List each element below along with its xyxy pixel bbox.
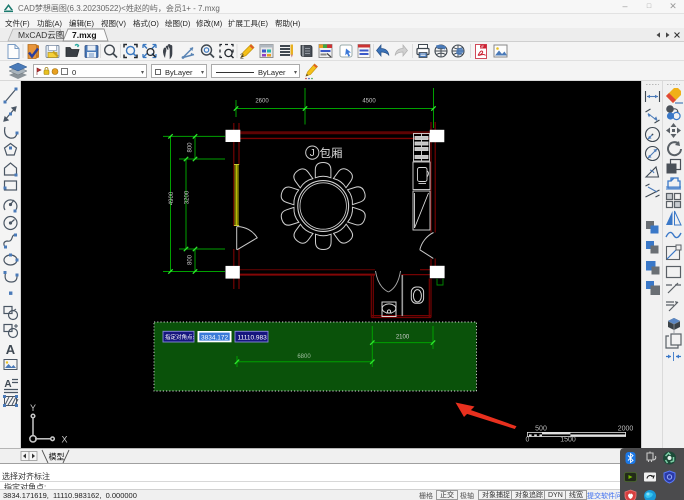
svg-text:800: 800 (188, 254, 194, 265)
svg-text:PDF: PDF (477, 45, 484, 49)
svg-text:3834.172: 3834.172 (201, 335, 228, 342)
svg-text:指定对角点:: 指定对角点: (165, 333, 195, 341)
svg-text:A: A (6, 342, 16, 357)
svg-text:MxCAD云图: MxCAD云图 (18, 30, 64, 40)
svg-text:6800: 6800 (297, 354, 311, 360)
svg-text:A: A (4, 379, 11, 390)
svg-text:7.mxg: 7.mxg (72, 30, 97, 40)
svg-text:4500: 4500 (362, 99, 376, 105)
svg-text:Y: Y (30, 403, 36, 413)
svg-text:模型: 模型 (49, 452, 65, 462)
svg-text:J: J (310, 148, 315, 159)
svg-text:2: 2 (240, 54, 244, 61)
svg-text:X: X (61, 435, 67, 445)
svg-text:11110.983: 11110.983 (238, 335, 268, 342)
svg-text:2000: 2000 (618, 425, 634, 432)
svg-text:0: 0 (526, 437, 530, 444)
svg-text:1500: 1500 (560, 437, 576, 444)
svg-text:4900: 4900 (169, 191, 175, 205)
svg-text:3200: 3200 (185, 190, 191, 204)
svg-text:800: 800 (188, 142, 194, 153)
svg-text:2100: 2100 (396, 335, 410, 341)
svg-text:2600: 2600 (255, 99, 269, 105)
svg-text:500: 500 (535, 425, 547, 432)
svg-text:包厢: 包厢 (320, 147, 343, 160)
